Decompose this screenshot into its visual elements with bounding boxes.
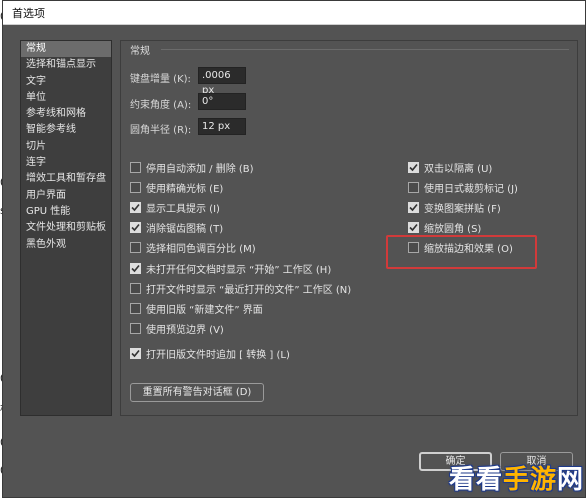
sidebar-item-appearance-of-black[interactable]: 黑色外观	[21, 237, 111, 253]
preferences-dialog: 首选项 常规 选择和锚点显示 文字 单位 参考线和网格 智能参考线 切片 连字 …	[2, 0, 586, 498]
window-title: 首选项	[12, 7, 45, 20]
option-show-recent-files-workspace[interactable]: 打开文件时显示 “最近打开的文件” 工作区 (N)	[130, 280, 351, 296]
checkbox[interactable]	[408, 201, 419, 213]
sidebar-item-guides-grid[interactable]: 参考线和网格	[21, 106, 111, 122]
corner-radius-input[interactable]: 12 px	[198, 118, 246, 135]
option-label: 使用预览边界 (V)	[146, 324, 224, 336]
watermark-logo: 看看手游网	[448, 465, 584, 495]
option-label: 打开旧版文件时追加 [ 转换 ] (L)	[146, 349, 290, 361]
checkbox[interactable]	[130, 161, 141, 173]
settings-panel: 常规 键盘增量 (K): .0006 px 约束角度 (A): 0° 圆角半径 …	[120, 40, 578, 416]
option-double-click-to-isolate[interactable]: 双击以隔离 (U)	[408, 159, 492, 175]
checkbox[interactable]	[130, 181, 141, 193]
sidebar-item-slices[interactable]: 切片	[21, 139, 111, 155]
option-label: 停用自动添加 / 删除 (B)	[146, 163, 254, 175]
option-select-same-tint[interactable]: 选择相同色调百分比 (M)	[130, 239, 256, 255]
option-use-preview-bounds[interactable]: 使用预览边界 (V)	[130, 320, 224, 336]
checkbox[interactable]	[130, 302, 141, 314]
checkbox[interactable]	[130, 201, 141, 213]
checkbox[interactable]	[130, 221, 141, 233]
checkbox[interactable]	[408, 181, 419, 193]
sidebar-item-selection-anchor-display[interactable]: 选择和锚点显示	[21, 57, 111, 73]
sidebar-item-type[interactable]: 文字	[21, 74, 111, 90]
sidebar-item-hyphenation[interactable]: 连字	[21, 155, 111, 171]
option-append-converted-legacy[interactable]: 打开旧版文件时追加 [ 转换 ] (L)	[130, 345, 290, 361]
option-label: 变换图案拼贴 (F)	[424, 203, 501, 215]
option-label: 使用精确光标 (E)	[146, 183, 224, 195]
constrain-angle-input[interactable]: 0°	[198, 93, 246, 110]
checkbox[interactable]	[130, 241, 141, 253]
sidebar-item-general[interactable]: 常规	[21, 41, 111, 58]
sidebar-item-gpu-performance[interactable]: GPU 性能	[21, 204, 111, 220]
category-list: 常规 选择和锚点显示 文字 单位 参考线和网格 智能参考线 切片 连字 增效工具…	[20, 40, 112, 416]
constrain-angle-label: 约束角度 (A):	[130, 100, 192, 111]
option-label: 未打开任何文档时显示 “开始” 工作区 (H)	[146, 264, 332, 276]
option-label: 打开文件时显示 “最近打开的文件” 工作区 (N)	[146, 284, 352, 296]
checkbox[interactable]	[408, 161, 419, 173]
title-bar[interactable]: 首选项	[3, 1, 585, 25]
checkbox[interactable]	[130, 322, 141, 334]
option-precise-cursors[interactable]: 使用精确光标 (E)	[130, 179, 223, 195]
checkbox[interactable]	[408, 221, 419, 233]
option-disable-auto-add-delete[interactable]: 停用自动添加 / 删除 (B)	[130, 159, 254, 175]
checkbox[interactable]	[130, 347, 141, 359]
option-label: 双击以隔离 (U)	[424, 163, 493, 175]
option-show-tool-tips[interactable]: 显示工具提示 (I)	[130, 199, 220, 215]
option-label: 缩放圆角 (S)	[424, 223, 482, 235]
sidebar-item-units[interactable]: 单位	[21, 90, 111, 106]
option-label: 使用旧版 “新建文件” 界面	[146, 304, 263, 316]
option-anti-aliased-artwork[interactable]: 消除锯齿图稿 (T)	[130, 219, 223, 235]
option-show-start-workspace[interactable]: 未打开任何文档时显示 “开始” 工作区 (H)	[130, 260, 331, 276]
corner-radius-label: 圆角半径 (R):	[130, 125, 192, 136]
keyboard-increment-label: 键盘增量 (K):	[130, 74, 191, 85]
checkbox[interactable]	[130, 282, 141, 294]
sidebar-item-file-handling-clipboard[interactable]: 文件处理和剪贴板	[21, 220, 111, 236]
option-japanese-crop-marks[interactable]: 使用日式裁剪标记 (J)	[408, 179, 518, 195]
section-divider	[161, 49, 569, 50]
keyboard-increment-input[interactable]: .0006 px	[198, 67, 246, 96]
sidebar-item-smart-guides[interactable]: 智能参考线	[21, 122, 111, 138]
option-label: 使用日式裁剪标记 (J)	[424, 183, 518, 195]
annotation-highlight-box	[386, 235, 537, 269]
sidebar-item-user-interface[interactable]: 用户界面	[21, 188, 111, 204]
option-label: 显示工具提示 (I)	[146, 203, 220, 215]
option-legacy-new-file-interface[interactable]: 使用旧版 “新建文件” 界面	[130, 300, 263, 316]
reset-warnings-button[interactable]: 重置所有警告对话框 (D)	[130, 383, 264, 402]
checkbox[interactable]	[130, 262, 141, 274]
option-label: 消除锯齿图稿 (T)	[146, 223, 224, 235]
option-label: 选择相同色调百分比 (M)	[146, 243, 256, 255]
section-title: 常规	[130, 46, 150, 57]
option-transform-pattern-tiles[interactable]: 变换图案拼贴 (F)	[408, 199, 501, 215]
sidebar-item-plugins-scratch-disks[interactable]: 增效工具和暂存盘	[21, 171, 111, 187]
option-scale-corners[interactable]: 缩放圆角 (S)	[408, 219, 481, 235]
